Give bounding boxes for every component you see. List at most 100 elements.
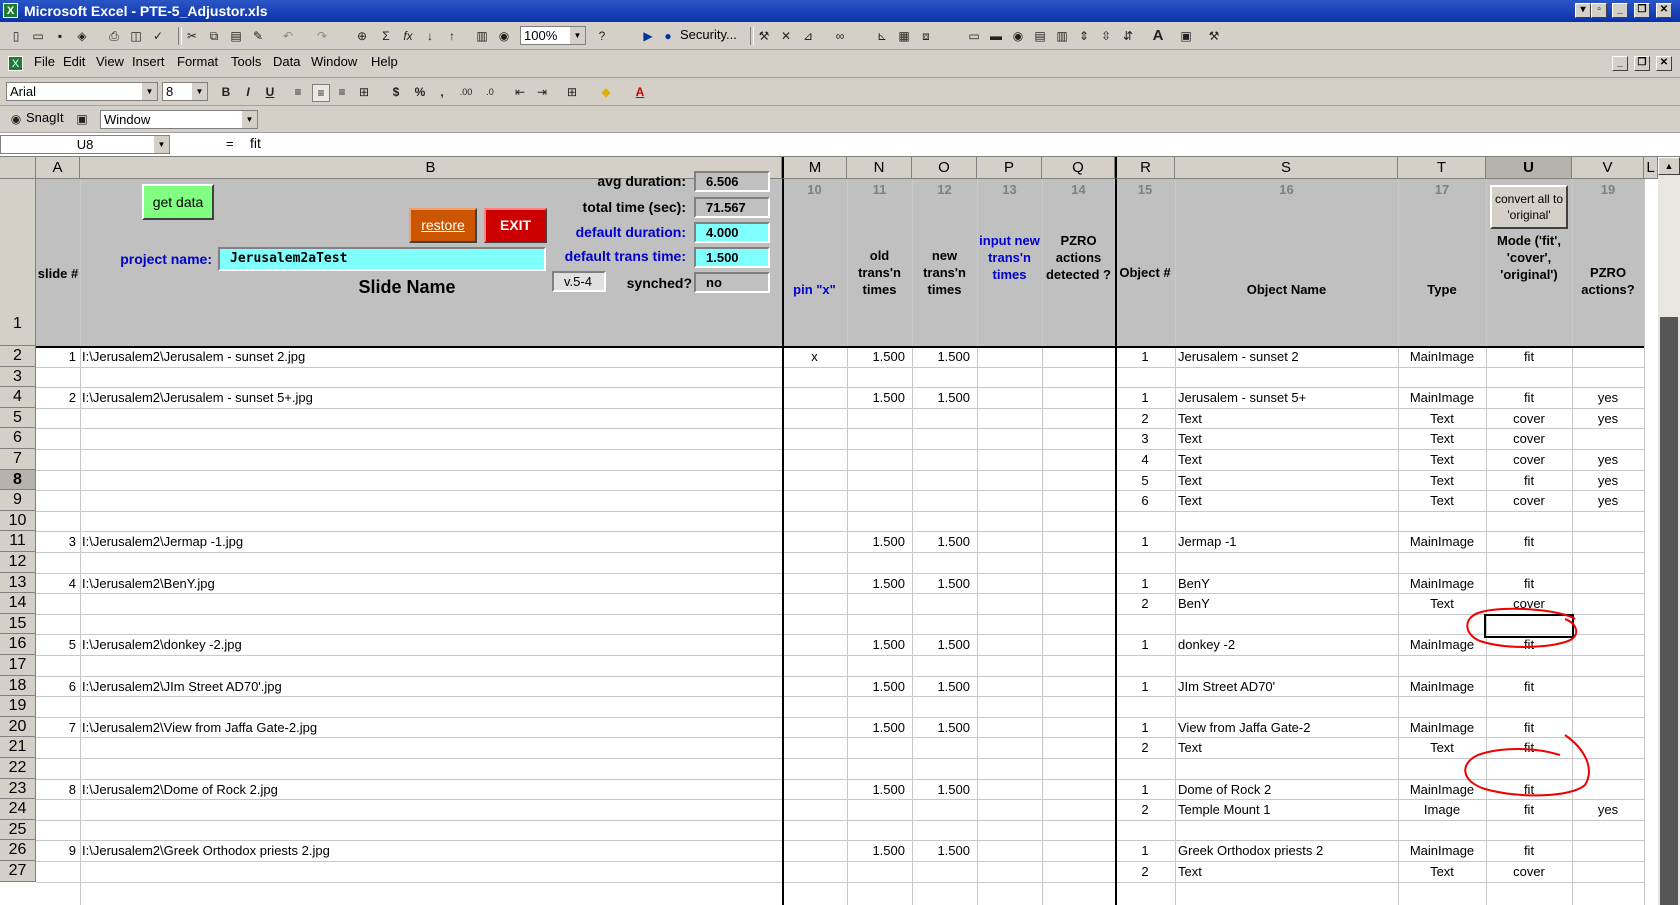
sort-descending-icon[interactable]: ↑ (444, 28, 460, 44)
permission-icon[interactable]: ◈ (74, 28, 90, 44)
chevron-down-icon[interactable]: ▼ (570, 27, 585, 44)
vb-editor-icon[interactable]: ✕ (778, 28, 794, 44)
format-painter-icon[interactable]: ✎ (250, 28, 266, 44)
paste-icon[interactable]: ▤ (228, 28, 244, 44)
snagit-options-icon[interactable]: ▣ (74, 111, 90, 127)
label-icon[interactable]: ▭ (966, 28, 982, 44)
wordart-icon[interactable]: A (1150, 28, 1166, 44)
sort-ascending-icon[interactable]: ↓ (422, 28, 438, 44)
toggle-icon[interactable]: ⇵ (1120, 28, 1136, 44)
name-box[interactable]: U8 ▼ (0, 135, 170, 154)
menu-window[interactable]: Window (311, 54, 357, 69)
restore-window-icon[interactable]: ❐ (1634, 3, 1650, 18)
font-select[interactable]: Arial ▼ (6, 82, 158, 101)
decrease-decimal-icon[interactable]: .0 (482, 84, 498, 100)
menu-data[interactable]: Data (273, 54, 300, 69)
bold-icon[interactable]: B (218, 84, 234, 100)
italic-icon[interactable]: I (240, 84, 256, 100)
image-icon[interactable]: ▣ (1178, 28, 1194, 44)
fill-color-icon[interactable]: ◆ (598, 84, 614, 100)
chevron-down-icon[interactable]: ▼ (142, 83, 157, 100)
vertical-scrollbar[interactable]: ▲ (1658, 157, 1680, 905)
scroll-up-icon[interactable]: ▲ (1658, 157, 1680, 175)
snagit-button[interactable]: SnagIt (26, 108, 64, 128)
spelling-icon[interactable]: ✓ (150, 28, 166, 44)
chart-wizard-icon[interactable]: ▥ (474, 28, 490, 44)
listbox-icon[interactable]: ▤ (1032, 28, 1048, 44)
copy-icon[interactable]: ⧉ (206, 28, 222, 44)
zoom-select[interactable]: 100% ▼ (520, 26, 586, 45)
minimize-workbook-icon[interactable]: _ (1612, 56, 1628, 71)
record-macro-icon[interactable]: ● (660, 28, 676, 44)
undo-icon[interactable]: ↶ (280, 28, 296, 44)
design-mode-icon[interactable]: ⊿ (800, 28, 816, 44)
menu-tools[interactable]: Tools (231, 54, 261, 69)
hyperlink-icon[interactable]: ⊕ (354, 28, 370, 44)
run-macro-icon[interactable]: ▶ (640, 28, 656, 44)
view-code-icon[interactable]: ⧈ (918, 28, 934, 44)
spinner-icon[interactable]: ⇳ (1098, 28, 1114, 44)
chevron-down-icon[interactable]: ▼ (154, 136, 169, 153)
align-right-icon[interactable]: ≡ (334, 84, 350, 100)
dock-icon[interactable]: ▫ (1591, 3, 1607, 18)
size-select[interactable]: 8 ▼ (162, 82, 208, 101)
more-controls-icon[interactable]: ⚒ (1206, 28, 1222, 44)
help-arrow-icon[interactable]: ▾ (1575, 3, 1591, 18)
open-icon[interactable]: ▭ (30, 28, 46, 44)
autosum-icon[interactable]: Σ (378, 28, 394, 44)
menu-view[interactable]: View (96, 54, 124, 69)
link-icon[interactable]: ∞ (832, 28, 848, 44)
merge-center-icon[interactable]: ⊞ (356, 84, 372, 100)
scroll-thumb[interactable] (1660, 317, 1678, 905)
draw-border-icon[interactable]: ⊾ (874, 28, 890, 44)
workbook-icon: X (8, 56, 23, 71)
option-button-icon[interactable]: ◉ (1010, 28, 1026, 44)
combobox-icon[interactable]: ▥ (1054, 28, 1070, 44)
menu-insert[interactable]: Insert (132, 54, 165, 69)
help-icon[interactable]: ? (594, 28, 610, 44)
function-icon[interactable]: fx (400, 28, 416, 44)
control-toolbox-icon[interactable]: ⚒ (756, 28, 772, 44)
restore-workbook-icon[interactable]: ❐ (1634, 56, 1650, 71)
align-left-icon[interactable]: ≡ (290, 84, 306, 100)
align-center-icon[interactable]: ≡ (312, 84, 330, 102)
separator (750, 27, 754, 45)
separator (178, 27, 182, 45)
menu-format[interactable]: Format (177, 54, 218, 69)
increase-indent-icon[interactable]: ⇥ (534, 84, 550, 100)
menu-help[interactable]: Help (371, 54, 398, 69)
font-color-icon[interactable]: A (632, 84, 648, 100)
new-icon[interactable]: ▯ (8, 28, 24, 44)
font-value: Arial (10, 84, 37, 99)
security-button[interactable]: Security... (680, 25, 737, 45)
increase-decimal-icon[interactable]: .00 (458, 84, 474, 100)
annotation-layer (1464, 607, 1590, 797)
chevron-down-icon[interactable]: ▼ (242, 111, 257, 128)
currency-icon[interactable]: $ (388, 84, 404, 100)
close-icon[interactable]: ✕ (1656, 3, 1672, 18)
standard-toolbar: ▯ ▭ ▪ ◈ ⎙ ◫ ✓ ✂ ⧉ ▤ ✎ ↶ ↷ ⊕ Σ fx ↓ ↑ ▥ ◉… (0, 22, 1680, 50)
print-icon[interactable]: ⎙ (106, 28, 122, 44)
underline-icon[interactable]: U (262, 84, 278, 100)
properties-icon[interactable]: ▦ (896, 28, 912, 44)
redo-icon[interactable]: ↷ (314, 28, 330, 44)
scrollbar-icon[interactable]: ⇕ (1076, 28, 1092, 44)
menu-edit[interactable]: Edit (63, 54, 85, 69)
menu-file[interactable]: File (34, 54, 55, 69)
save-icon[interactable]: ▪ (52, 28, 68, 44)
close-workbook-icon[interactable]: ✕ (1656, 56, 1672, 71)
cut-icon[interactable]: ✂ (184, 28, 200, 44)
red-annotation-circle-2 (1464, 734, 1590, 797)
chevron-down-icon[interactable]: ▼ (192, 83, 207, 100)
formula-input[interactable]: fit (250, 135, 261, 151)
comma-icon[interactable]: , (434, 84, 450, 100)
print-preview-icon[interactable]: ◫ (128, 28, 144, 44)
decrease-indent-icon[interactable]: ⇤ (512, 84, 528, 100)
textbox-icon[interactable]: ▬ (988, 28, 1004, 44)
capture-mode-select[interactable]: Window ▼ (100, 110, 258, 129)
formatting-toolbar: Arial ▼ 8 ▼ B I U ≡ ≡ ≡ ⊞ $ % , .00 .0 ⇤… (0, 78, 1680, 106)
percent-icon[interactable]: % (412, 84, 428, 100)
drawing-icon[interactable]: ◉ (496, 28, 512, 44)
borders-icon[interactable]: ⊞ (564, 84, 580, 100)
minimize-icon[interactable]: _ (1612, 3, 1628, 18)
